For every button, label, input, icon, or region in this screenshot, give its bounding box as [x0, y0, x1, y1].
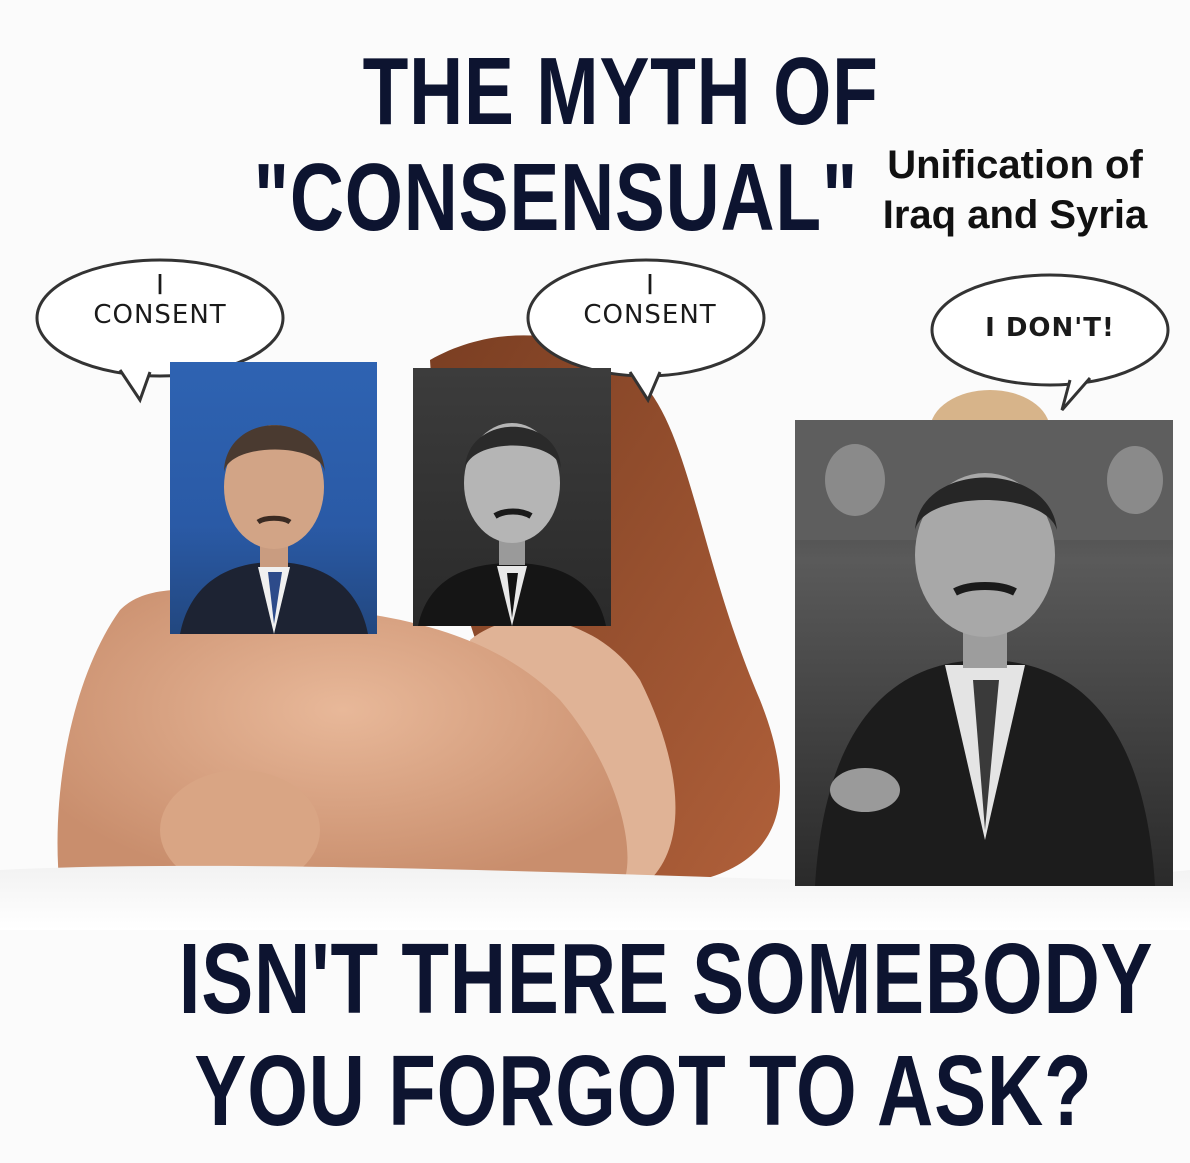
- bottom-line-2: YOU FORGOT TO ASK?: [194, 1035, 1093, 1147]
- bubble-text-3: I DON'T!: [985, 313, 1115, 343]
- portrait-2: [413, 368, 611, 626]
- title-line-1: THE MYTH OF: [362, 38, 879, 145]
- bubble-1-line-1: I: [155, 268, 165, 301]
- bubble-1-line-2: CONSENT: [93, 300, 227, 330]
- meme-image: THE MYTH OF "CONSENSUAL" Unification of …: [0, 0, 1190, 1163]
- portrait-1: [170, 362, 377, 634]
- portrait-3-figure: [795, 420, 1173, 886]
- bubble-text-2: I CONSENT: [530, 268, 770, 331]
- portrait-2-figure: [418, 423, 606, 626]
- bubble-text-1: I CONSENT: [40, 268, 280, 331]
- bubble-2-line-2: CONSENT: [583, 300, 717, 330]
- caption-line-2: Iraq and Syria: [882, 193, 1148, 237]
- caption-line-1: Unification of: [887, 143, 1143, 187]
- portrait-1-figure: [180, 425, 368, 634]
- bubble-2-line-1: I: [645, 268, 655, 301]
- bottom-line-1: ISN'T THERE SOMEBODY: [178, 923, 1154, 1035]
- portrait-3: [795, 420, 1173, 886]
- caption: Unification of Iraq and Syria: [845, 140, 1185, 240]
- title-line-2: "CONSENSUAL": [253, 144, 859, 251]
